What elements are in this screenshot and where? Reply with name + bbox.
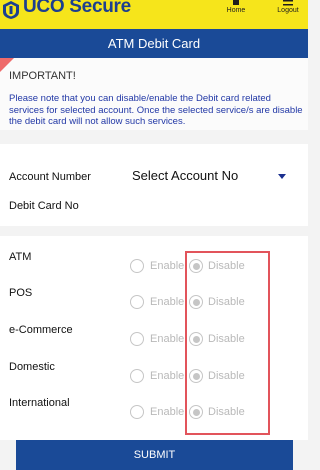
service-label: ATM [9,251,32,263]
account-card: Account Number Select Account No Debit C… [0,144,308,226]
debit-card-number-label: Debit Card No [9,200,79,212]
enable-radio[interactable] [130,295,144,309]
dropdown-caret-icon [278,174,286,179]
account-number-label: Account Number [9,171,91,183]
enable-option-label[interactable]: Enable [150,260,184,272]
enable-radio[interactable] [130,259,144,273]
important-notice: IMPORTANT! Please note that you can disa… [0,58,308,130]
enable-radio[interactable] [130,332,144,346]
logout-button[interactable]: Logout [271,0,305,29]
home-icon [233,0,239,5]
account-number-select[interactable]: Select Account No [122,164,294,188]
enable-radio[interactable] [130,405,144,419]
notice-text: Please note that you can disable/enable … [9,93,303,127]
service-label: e-Commerce [9,324,73,336]
account-select-value: Select Account No [132,168,239,183]
logout-icon [283,0,293,6]
app-top-bar: UCO Secure Home Logout [0,0,308,29]
home-button[interactable]: Home [219,0,253,29]
service-label: International [9,397,70,409]
enable-option-label[interactable]: Enable [150,333,184,345]
service-label: Domestic [9,361,55,373]
logout-label: Logout [277,7,299,14]
submit-button[interactable]: SUBMIT [16,440,293,470]
enable-option-label[interactable]: Enable [150,370,184,382]
enable-option-label[interactable]: Enable [150,406,184,418]
uco-logo-icon [3,1,19,19]
service-label: POS [9,287,33,299]
home-label: Home [226,7,246,14]
notice-title: IMPORTANT! [9,70,76,82]
app-name: UCO Secure [23,0,131,17]
enable-option-label[interactable]: Enable [150,296,184,308]
disable-column-highlight [185,251,270,435]
enable-radio[interactable] [130,369,144,383]
page-title: ATM Debit Card [0,29,308,58]
